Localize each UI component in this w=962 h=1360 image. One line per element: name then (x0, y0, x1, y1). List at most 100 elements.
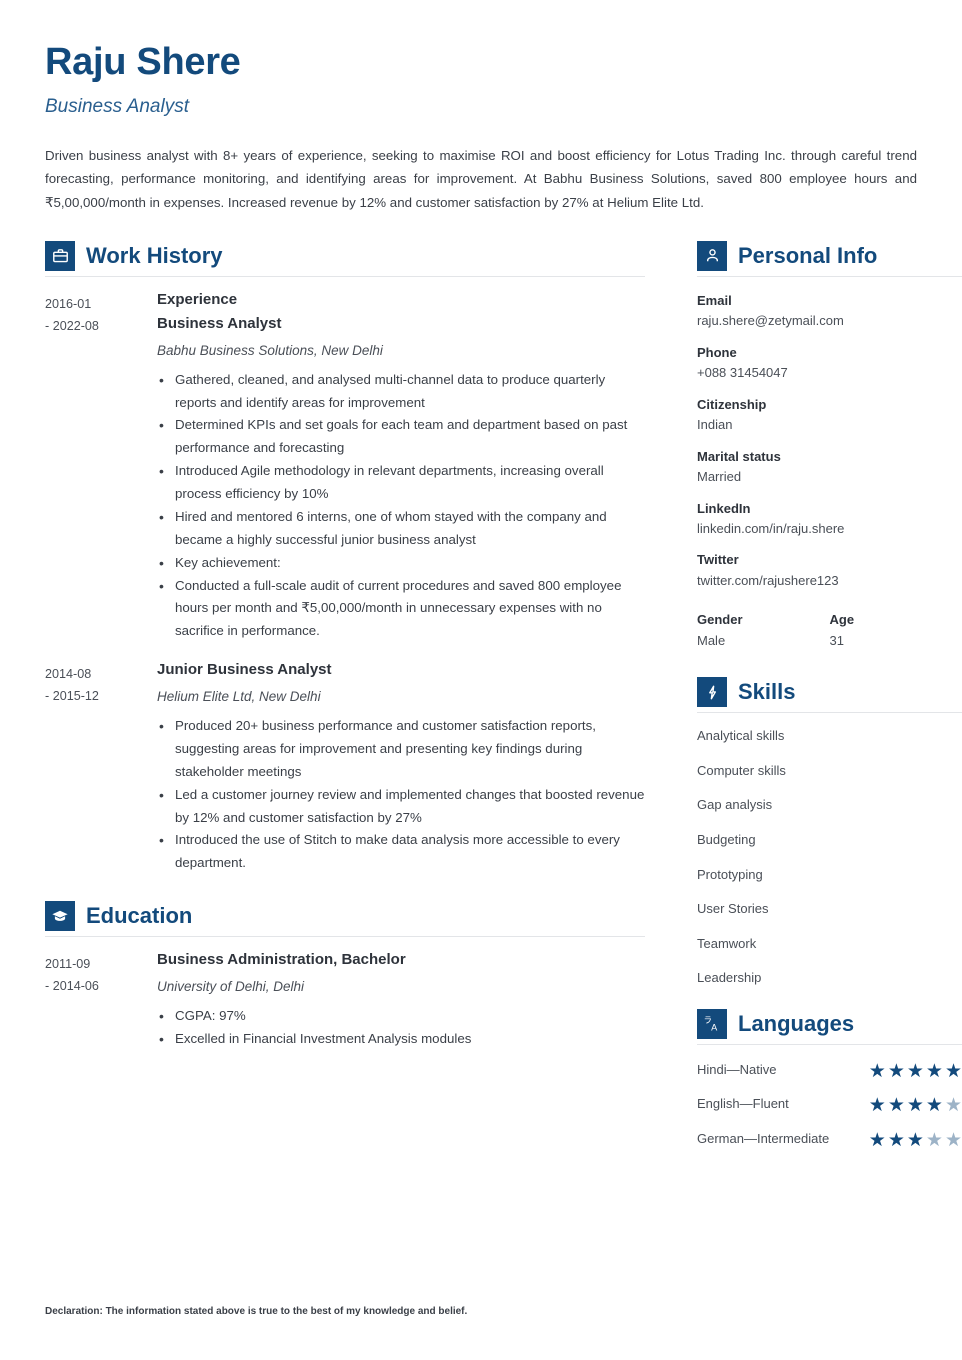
entry-bullet: Introduced Agile methodology in relevant… (157, 459, 645, 506)
personal-info-value[interactable]: linkedin.com/in/raju.shere (697, 519, 962, 540)
resume-header: Raju Shere Business Analyst Driven busin… (45, 41, 917, 215)
personal-info-label: Citizenship (697, 396, 767, 412)
personal-info-label: Age (829, 612, 855, 628)
section-header-languages: ラ A Languages (697, 1008, 962, 1039)
section-header-skills: Skills (697, 677, 962, 708)
section-title-work-history: Work History (86, 242, 223, 268)
section-title-education: Education (86, 903, 193, 929)
entry-organization: University of Delhi, Delhi (157, 979, 305, 995)
languages-list: Hindi—Native ★ ★ ★ ★ ★ English—Fluent ★ ★ ★ ★ ★ Germ… (697, 1059, 962, 1151)
entry-date-start: 2014-08 (45, 667, 92, 682)
star-empty-icon: ★ (944, 1095, 962, 1117)
star-filled-icon: ★ (868, 1095, 886, 1117)
personal-info-value[interactable]: +088 31454047 (697, 363, 962, 384)
work-entry-list: 2016-01 - 2022-08 Experience Business Analy… (45, 291, 645, 875)
entry-organization: Helium Elite Ltd, New Delhi (157, 689, 321, 705)
section-divider (45, 275, 645, 277)
person-icon (697, 240, 727, 271)
entry-bullet: Gathered, cleaned, and analysed multi-ch… (157, 368, 645, 415)
entry-date-start: 2016-01 (45, 296, 92, 311)
personal-info-value: Male (697, 632, 726, 648)
section-work-history: Work History 2016-01 - 2022-08 Experience B… (45, 240, 645, 875)
language-name: German—Intermediate (697, 1131, 830, 1147)
personal-info-value[interactable]: twitter.com/rajushere123 (697, 571, 962, 592)
entry-date-range: 2014-08 - 2015-12 (45, 661, 145, 875)
entry-bullet-list: Gathered, cleaned, and analysed multi-ch… (157, 368, 645, 643)
experience-entry: 2016-01 - 2022-08 Experience Business Analy… (45, 291, 645, 643)
personal-info-value[interactable]: Married (697, 467, 962, 488)
entry-bullet: Hired and mentored 6 interns, one of who… (157, 505, 645, 552)
entry-title: Business Analyst (157, 314, 282, 332)
entry-bullet: Produced 20+ business performance and cu… (157, 714, 645, 784)
language-row: Hindi—Native ★ ★ ★ ★ ★ (697, 1059, 962, 1082)
education-entry-list: 2011-09 - 2014-06 Business Administration,… (45, 951, 645, 1051)
skills-list: Analytical skills Computer skills Gap anal… (697, 727, 962, 986)
star-filled-icon: ★ (906, 1095, 924, 1117)
personal-info-value[interactable]: raju.shere@zetymail.com (697, 311, 962, 332)
skill-item: User Stories (697, 901, 769, 917)
personal-info-label: Twitter (697, 552, 739, 568)
personal-info-label: LinkedIn (697, 500, 751, 516)
entry-date-end: - 2014-06 (45, 979, 99, 994)
personal-info-value[interactable]: Indian (697, 415, 962, 436)
section-education: Education 2011-09 - 2014-06 Business Admin… (45, 901, 645, 1051)
section-divider (697, 1043, 962, 1045)
star-filled-icon: ★ (925, 1095, 943, 1117)
experience-entry: 2011-09 - 2014-06 Business Administration,… (45, 951, 645, 1051)
job-title: Business Analyst (45, 95, 189, 117)
entry-title: Junior Business Analyst (157, 661, 332, 679)
star-empty-icon: ★ (925, 1130, 943, 1152)
section-divider (697, 275, 962, 277)
entry-date-start: 2011-09 (45, 957, 91, 972)
personal-info-label: Phone (697, 344, 737, 360)
entry-date-range: 2016-01 - 2022-08 (45, 291, 145, 643)
personal-info-pair-row: Gender Male Age 31 (697, 610, 962, 651)
personal-info-item: Citizenship Indian (697, 395, 962, 436)
entry-date-range: 2011-09 - 2014-06 (45, 951, 145, 1051)
personal-info-item: Email raju.shere@zetymail.com (697, 291, 962, 332)
sidebar-column: Personal Info Email raju.shere@zetymail.c… (697, 240, 962, 1163)
entry-bullet-list: CGPA: 97%Excelled in Financial Investmen… (157, 1004, 645, 1051)
skill-item: Budgeting (697, 831, 756, 847)
language-rating-stars: ★ ★ ★ ★ ★ (869, 1059, 962, 1081)
star-filled-icon: ★ (887, 1060, 905, 1082)
entry-bullet: Introduced the use of Stitch to make dat… (157, 828, 645, 875)
personal-info-label: Email (697, 292, 732, 308)
star-filled-icon: ★ (944, 1060, 962, 1082)
professional-summary: Driven business analyst with 8+ years of… (45, 147, 917, 211)
personal-info-list: Email raju.shere@zetymail.com Phone +088 31… (697, 291, 962, 592)
personal-info-item: Gender Male (697, 610, 830, 651)
experience-entry: 2014-08 - 2015-12 Junior Business Analyst H… (45, 661, 645, 875)
entry-bullet: Key achievement: (157, 551, 645, 575)
entry-body: Business Administration, Bachelor Univers… (145, 951, 645, 1051)
star-filled-icon: ★ (868, 1130, 886, 1152)
star-empty-icon: ★ (944, 1130, 962, 1152)
personal-info-item: Marital status Married (697, 447, 962, 488)
main-column: Work History 2016-01 - 2022-08 Experience B… (45, 240, 645, 1069)
language-row: German—Intermediate ★ ★ ★ ★ ★ (697, 1128, 962, 1151)
briefcase-icon (45, 240, 75, 271)
lightbulb-icon (697, 677, 727, 708)
language-rating-stars: ★ ★ ★ ★ ★ (869, 1128, 962, 1150)
declaration-text: Declaration: The information stated abov… (45, 1306, 468, 1317)
skill-item: Leadership (697, 970, 762, 986)
section-header-education: Education (45, 901, 645, 932)
section-header-work-history: Work History (45, 240, 645, 271)
entry-date-end: - 2015-12 (45, 689, 99, 704)
section-header-personal-info: Personal Info (697, 240, 962, 271)
personal-info-item: Twitter twitter.com/rajushere123 (697, 550, 962, 591)
personal-info-value: 31 (829, 632, 844, 648)
entry-bullet-list: Produced 20+ business performance and cu… (157, 714, 645, 875)
language-name: English—Fluent (697, 1096, 789, 1112)
entry-body: Junior Business Analyst Helium Elite Ltd,… (145, 661, 645, 875)
entry-bullet: Excelled in Financial Investment Analysi… (157, 1027, 645, 1051)
resume-body: Work History 2016-01 - 2022-08 Experience B… (45, 240, 962, 1163)
translate-icon: ラ A (697, 1008, 727, 1039)
entry-bullet: CGPA: 97% (157, 1004, 645, 1028)
skill-item: Gap analysis (697, 797, 773, 813)
section-skills: Skills Analytical skills Computer skills G… (697, 677, 962, 986)
svg-text:A: A (711, 1022, 718, 1032)
personal-info-item: Phone +088 31454047 (697, 343, 962, 384)
entry-bullet: Determined KPIs and set goals for each t… (157, 413, 645, 460)
personal-info-item: Age 31 (830, 610, 962, 651)
